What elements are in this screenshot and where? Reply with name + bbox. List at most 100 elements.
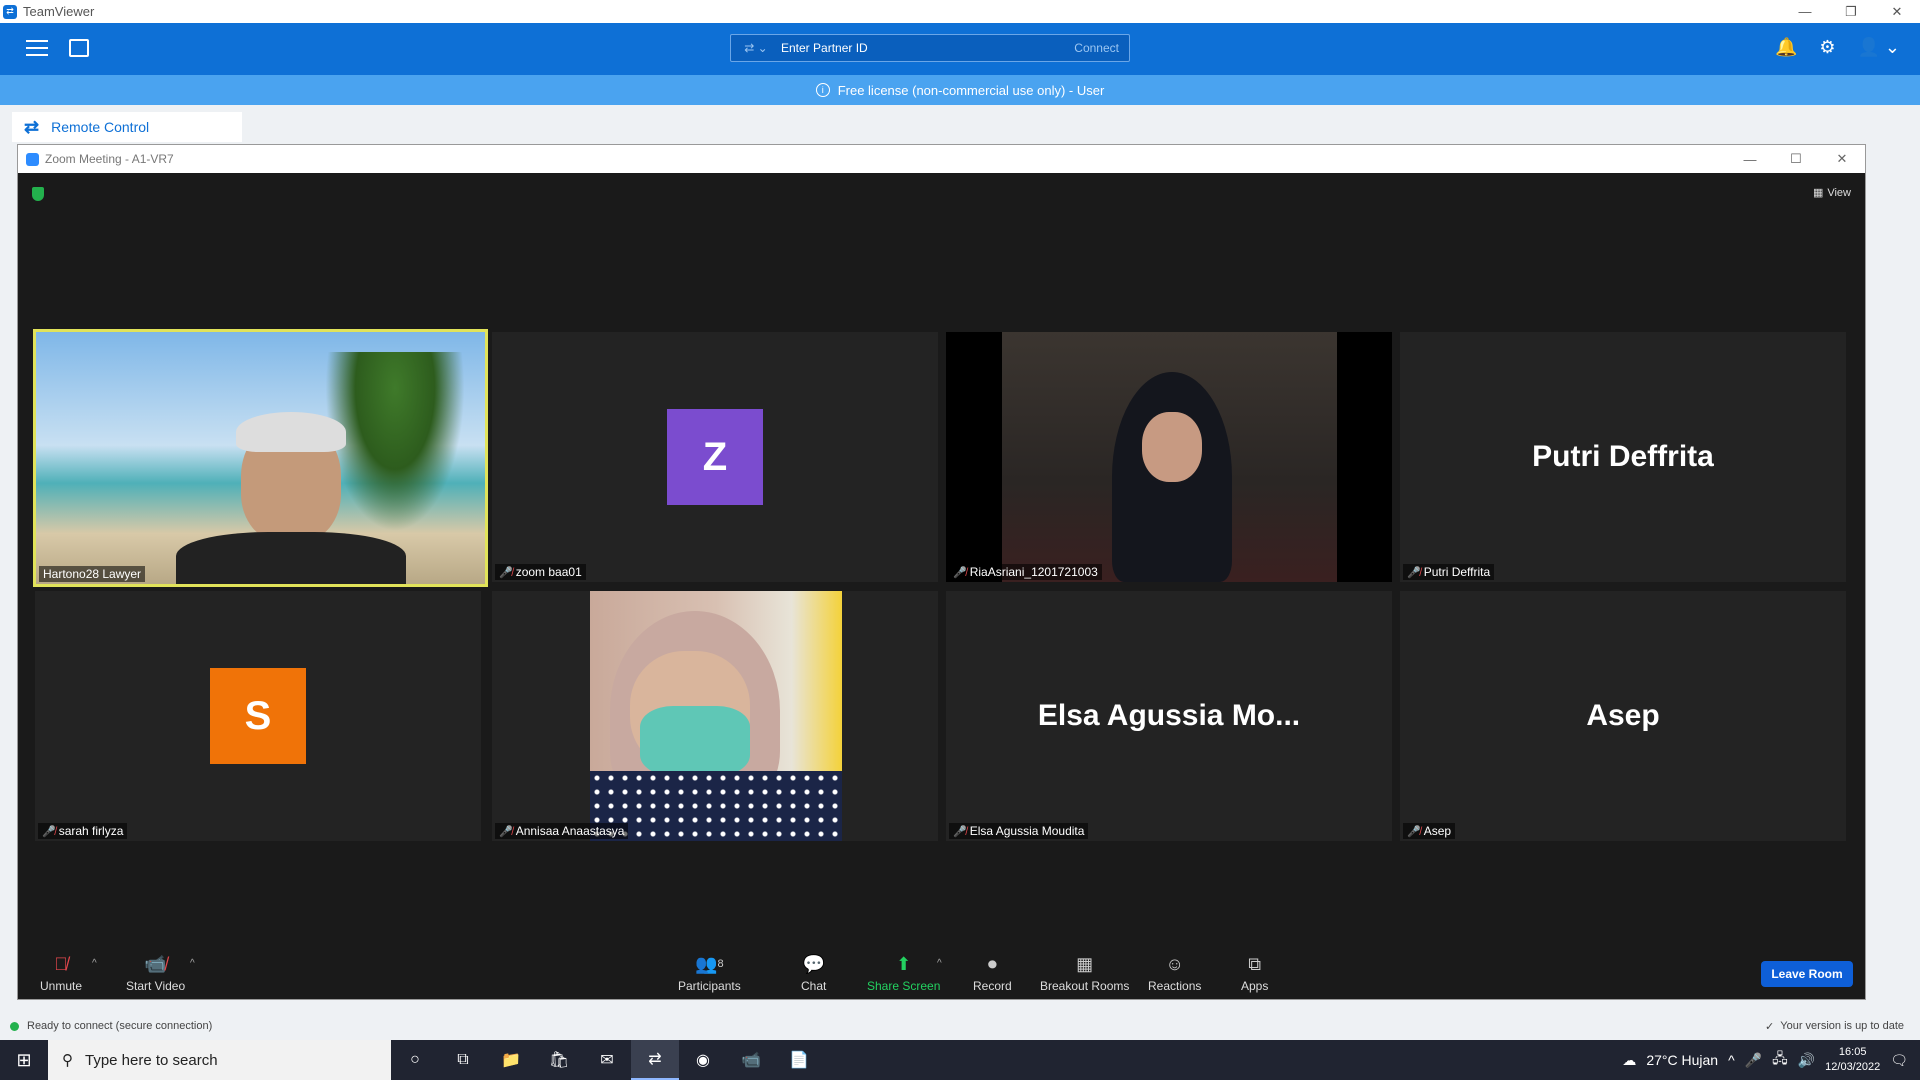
menu-icon[interactable] [26, 40, 48, 58]
person-hair [236, 412, 346, 452]
search-icon: ⚲ [62, 1052, 73, 1069]
account-icon[interactable]: 👤 ⌄ [1858, 37, 1901, 58]
participant-tile[interactable]: Hartono28 Lawyer [33, 329, 488, 587]
participant-tile[interactable]: Elsa Agussia Mo... 🎤̸ Elsa Agussia Moudit… [946, 591, 1392, 841]
participant-tile[interactable]: Z 🎤̸ zoom baa01 [492, 332, 938, 582]
status-text: Ready to connect (secure connection) [27, 1020, 213, 1032]
close-button[interactable]: ✕ [1874, 0, 1920, 23]
participants-button[interactable]: 👥 8 Participants [678, 953, 741, 994]
chat-button[interactable]: 💬 Chat [801, 953, 826, 994]
partner-id-box[interactable]: ⇄ ⌄ Enter Partner ID Connect [730, 34, 1130, 62]
reactions-button[interactable]: ☺ Reactions [1148, 953, 1201, 994]
store-icon[interactable]: 🛍 [535, 1040, 583, 1080]
zoom-close-button[interactable]: ✕ [1819, 145, 1865, 173]
task-view-icon[interactable]: ⧉ [439, 1040, 487, 1080]
zoom-titlebar: Zoom Meeting - A1-VR7 — ☐ ✕ [18, 145, 1865, 173]
chat-icon: 💬 [802, 953, 825, 974]
connect-button[interactable]: Connect [1074, 41, 1129, 55]
weather-text[interactable]: 27°C Hujan [1646, 1052, 1718, 1068]
notification-center-icon[interactable]: 🗨 [1890, 1052, 1908, 1069]
unmute-button[interactable]: 🎙̸ Unmute [40, 953, 82, 994]
clock[interactable]: 16:05 12/03/2022 [1825, 1045, 1880, 1075]
network-icon[interactable]: 🖧 [1772, 1048, 1788, 1072]
participant-tile[interactable]: 🎤̸ Annisaa Anaastasya [492, 591, 938, 841]
settings-gear-icon[interactable]: ⚙ [1819, 37, 1835, 58]
participant-tile[interactable]: S 🎤̸ sarah firlyza [35, 591, 481, 841]
participant-name: Hartono28 Lawyer [39, 566, 146, 582]
document-icon[interactable]: 📄 [775, 1040, 823, 1080]
meeting-controls: 🎙̸ Unmute ^ 📹̸ Start Video ^ 👥 8 Partici… [18, 941, 1865, 999]
security-shield-icon[interactable] [32, 187, 44, 201]
apps-button[interactable]: ⧉ Apps [1241, 953, 1268, 994]
muted-mic-icon: 🎤̸ [953, 566, 967, 579]
person-shirt [176, 532, 406, 584]
participant-name: 🎤̸ Putri Deffrita [1403, 564, 1495, 580]
participant-name: 🎤̸ sarah firlyza [38, 823, 128, 839]
weather-icon[interactable]: ☁ [1622, 1052, 1636, 1069]
feedback-icon[interactable] [69, 39, 89, 57]
share-screen-icon: ⬆ [896, 953, 912, 974]
restore-button[interactable]: ❐ [1828, 0, 1874, 23]
remote-control-label: Remote Control [51, 119, 150, 135]
zoom-maximize-button[interactable]: ☐ [1773, 145, 1819, 173]
participant-video [1002, 332, 1337, 582]
participants-icon: 👥 8 [695, 953, 724, 974]
chrome-icon[interactable]: ◉ [679, 1040, 727, 1080]
notification-bell-icon[interactable]: 🔔 [1775, 37, 1797, 58]
person-face [1142, 412, 1202, 482]
minimize-button[interactable]: — [1782, 0, 1828, 23]
participant-name: 🎤̸ Elsa Agussia Moudita [949, 823, 1089, 839]
cortana-icon[interactable]: ○ [391, 1040, 439, 1080]
participant-name: 🎤̸ RiaAsriani_1201721003 [949, 564, 1102, 580]
start-video-button[interactable]: 📹̸ Start Video [126, 953, 185, 994]
audio-options-chevron-icon[interactable]: ^ [92, 958, 97, 969]
mail-icon[interactable]: ✉ [583, 1040, 631, 1080]
participant-tile[interactable]: Asep 🎤̸ Asep [1400, 591, 1846, 841]
swap-arrows-icon[interactable]: ⇄ ⌄ [731, 41, 781, 55]
tray-chevron-icon[interactable]: ^ [1728, 1052, 1735, 1068]
file-explorer-icon[interactable]: 📁 [487, 1040, 535, 1080]
share-screen-button[interactable]: ⬆ Share Screen [867, 953, 940, 994]
teamviewer-titlebar: ⇄ TeamViewer — ❐ ✕ [0, 0, 1920, 23]
partner-id-input[interactable]: Enter Partner ID [781, 41, 1074, 55]
breakout-rooms-button[interactable]: ▦ Breakout Rooms [1040, 953, 1129, 994]
windows-start-icon[interactable]: ⊞ [0, 1040, 48, 1080]
status-bar: Ready to connect (secure connection) ✓ Y… [0, 1012, 1920, 1040]
muted-mic-icon: 🎤̸ [499, 566, 513, 579]
muted-mic-icon: 🎤̸ [953, 825, 967, 838]
participant-video [36, 332, 485, 584]
check-circle-icon: ✓ [1765, 1020, 1775, 1033]
taskbar-search[interactable]: ⚲ Type here to search [48, 1040, 391, 1080]
search-placeholder: Type here to search [85, 1051, 218, 1069]
face-mask [640, 706, 750, 776]
zoom-taskbar-icon[interactable]: 📹 [727, 1040, 775, 1080]
teamviewer-logo-icon: ⇄ [3, 4, 17, 19]
avatar: Z [667, 409, 763, 505]
video-off-icon: 📹̸ [144, 953, 167, 974]
participant-tile[interactable]: 🎤̸ RiaAsriani_1201721003 [946, 332, 1392, 582]
update-status: Your version is up to date [1780, 1020, 1904, 1032]
window-controls: — ❐ ✕ [1782, 0, 1920, 23]
video-options-chevron-icon[interactable]: ^ [190, 958, 195, 969]
info-icon: i [815, 83, 830, 97]
participant-tile[interactable]: Putri Deffrita 🎤̸ Putri Deffrita [1400, 332, 1846, 582]
zoom-window-title: Zoom Meeting - A1-VR7 [45, 152, 174, 166]
participant-name: 🎤̸ Asep [1403, 823, 1456, 839]
muted-mic-icon: 🎤̸ [1407, 825, 1421, 838]
participant-name: 🎤̸ zoom baa01 [495, 564, 586, 580]
connection-status-icon [10, 1021, 19, 1031]
zoom-minimize-button[interactable]: — [1727, 145, 1773, 173]
share-options-chevron-icon[interactable]: ^ [937, 958, 942, 969]
palm-tree-background [325, 352, 465, 532]
system-tray: ☁ 27°C Hujan ^ 🎤 🖧 🔊 16:05 12/03/2022 🗨 [1622, 1040, 1920, 1080]
microphone-icon[interactable]: 🎤 [1745, 1052, 1762, 1069]
teamviewer-toolbar: ⇄ ⌄ Enter Partner ID Connect 🔔 ⚙ 👤 ⌄ [0, 23, 1920, 75]
record-button[interactable]: ⏺ Record [973, 953, 1012, 994]
volume-icon[interactable]: 🔊 [1798, 1052, 1815, 1069]
participant-video [590, 591, 842, 841]
leave-room-button[interactable]: Leave Room [1761, 961, 1853, 987]
remote-control-tab[interactable]: ⇄ Remote Control [12, 112, 242, 142]
record-icon: ⏺ [987, 953, 997, 974]
view-button[interactable]: ▦ View [1813, 186, 1851, 200]
teamviewer-taskbar-icon[interactable]: ⇄ [631, 1040, 679, 1080]
